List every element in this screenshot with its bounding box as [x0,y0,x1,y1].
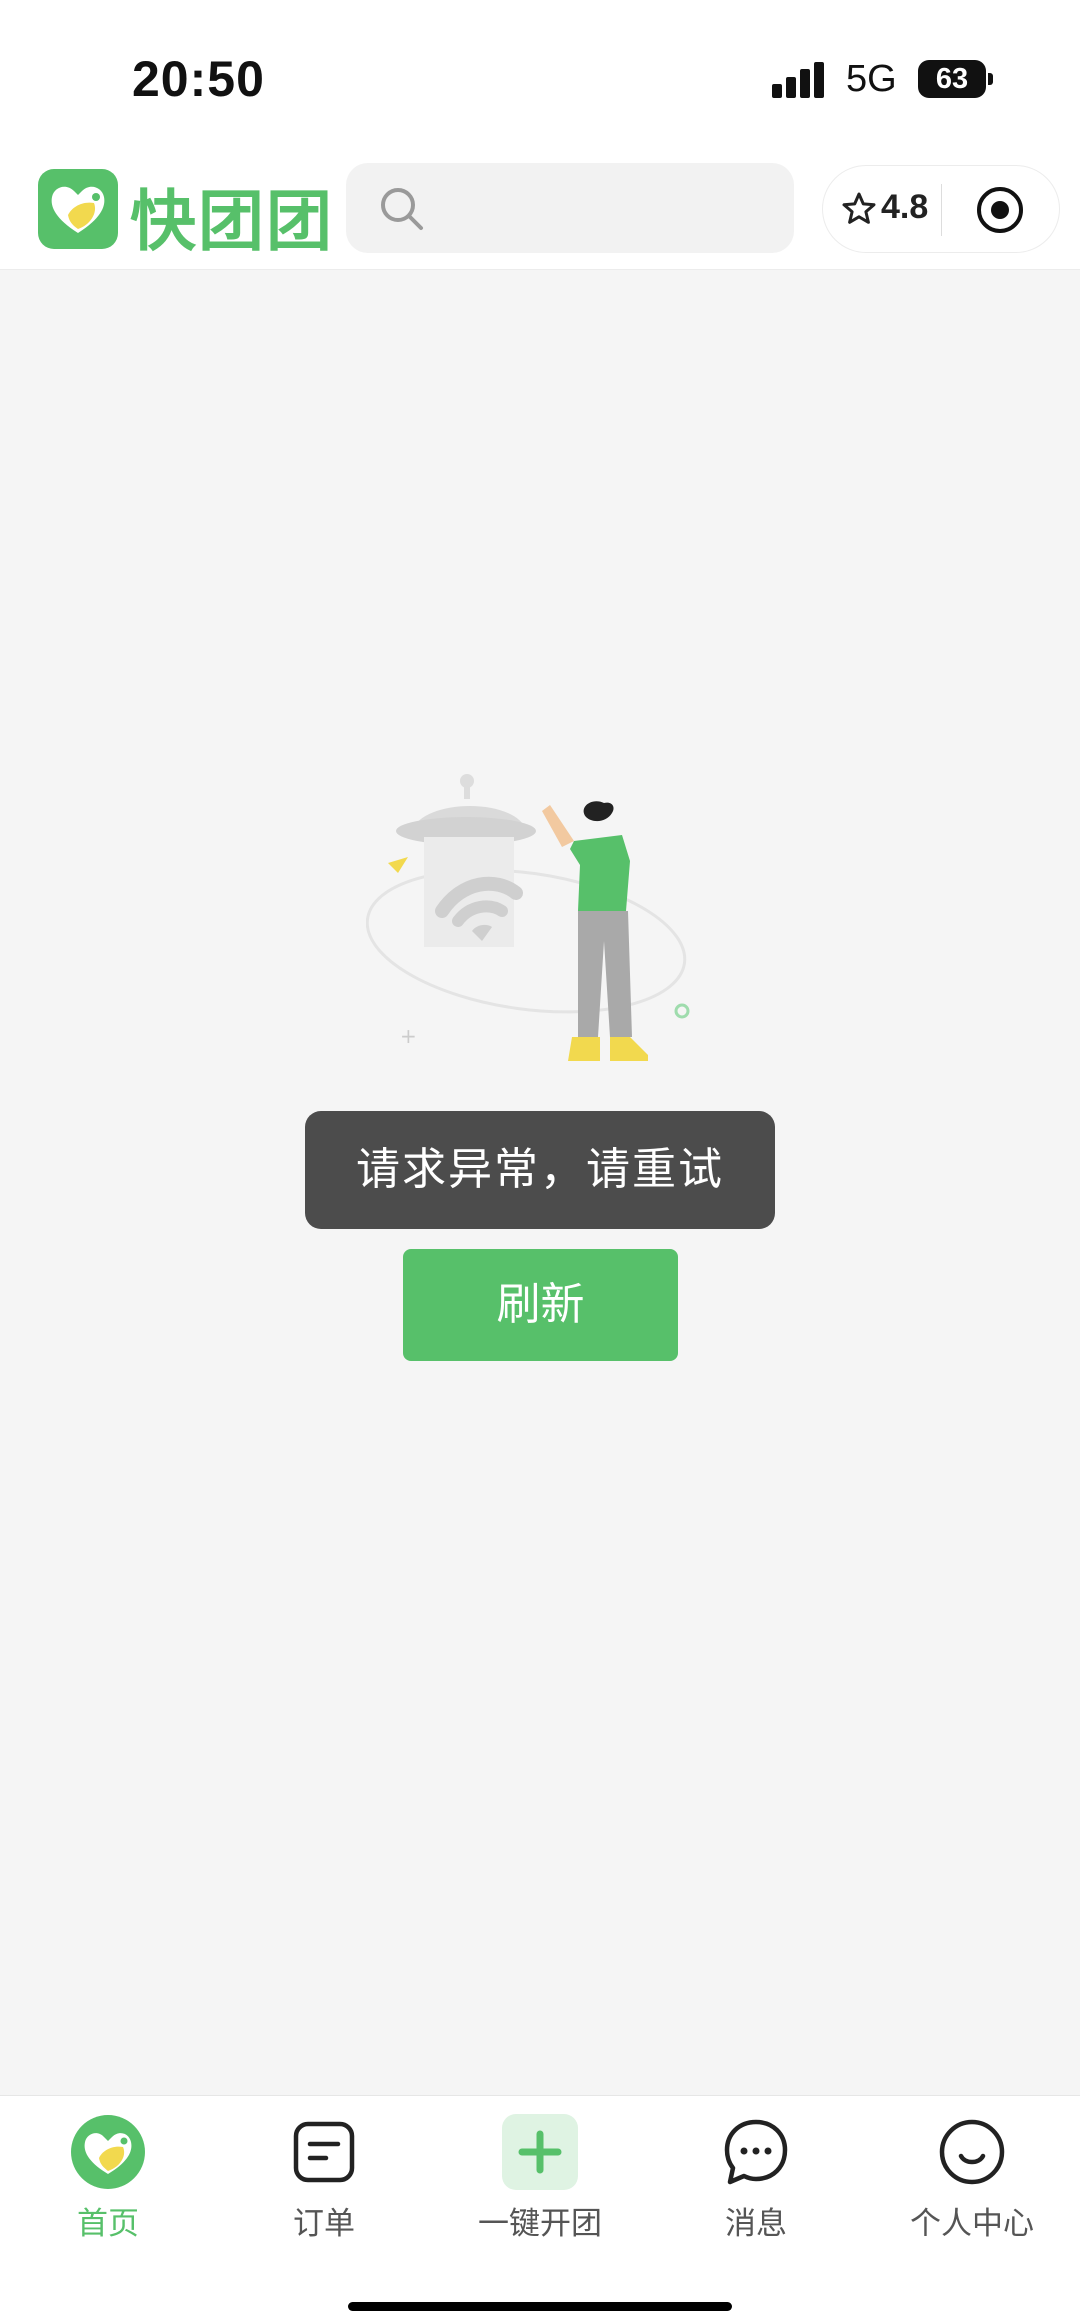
capsule-divider [941,184,942,236]
network-type: 5G [846,58,897,100]
plus-icon [502,2114,578,2190]
tab-label: 首页 [77,2206,139,2242]
status-time: 20:50 [132,51,265,107]
message-icon [724,2119,788,2185]
tab-orders[interactable]: 订单 [216,2096,432,2246]
profile-icon [939,2119,1005,2185]
tab-label: 个人中心 [910,2206,1034,2242]
battery-tip [988,73,993,85]
status-bar: 20:50 5G 63 [0,0,1080,160]
battery-level: 63 [935,63,969,95]
tab-label: 消息 [725,2206,787,2242]
close-target-icon[interactable] [975,185,1025,235]
refresh-button[interactable]: 刷新 [403,1249,678,1361]
app-logo-icon [38,169,118,249]
mini-program-capsule: 4.8 [822,165,1060,253]
signal-icon [772,62,826,98]
search-icon [381,188,423,230]
home-indicator[interactable] [348,2302,732,2311]
rating-value[interactable]: 4.8 [881,188,928,227]
star-icon[interactable] [841,191,877,227]
tab-create-group[interactable]: 一键开团 [432,2096,648,2246]
svg-text:+: + [400,1024,417,1048]
app-name: 快团团 [130,183,334,260]
home-logo-icon [71,2115,145,2189]
error-toast: 请求异常，请重试 [305,1111,775,1229]
tab-home[interactable]: 首页 [0,2096,216,2246]
tab-profile[interactable]: 个人中心 [864,2096,1080,2246]
network-error-illustration: + [366,774,690,1061]
battery-icon: 63 [918,60,986,98]
app-header: 快团团 4.8 [0,160,1080,270]
tab-label: 订单 [293,2206,355,2242]
tab-label: 一键开团 [478,2206,602,2242]
tab-messages[interactable]: 消息 [648,2096,864,2246]
search-input[interactable] [346,163,794,253]
order-icon [293,2121,355,2183]
bottom-tab-bar: 首页 订单 一键开团 消息 个人中心 [0,2095,1080,2311]
main-content: + 请求异常，请重试 刷新 [0,271,1080,2095]
